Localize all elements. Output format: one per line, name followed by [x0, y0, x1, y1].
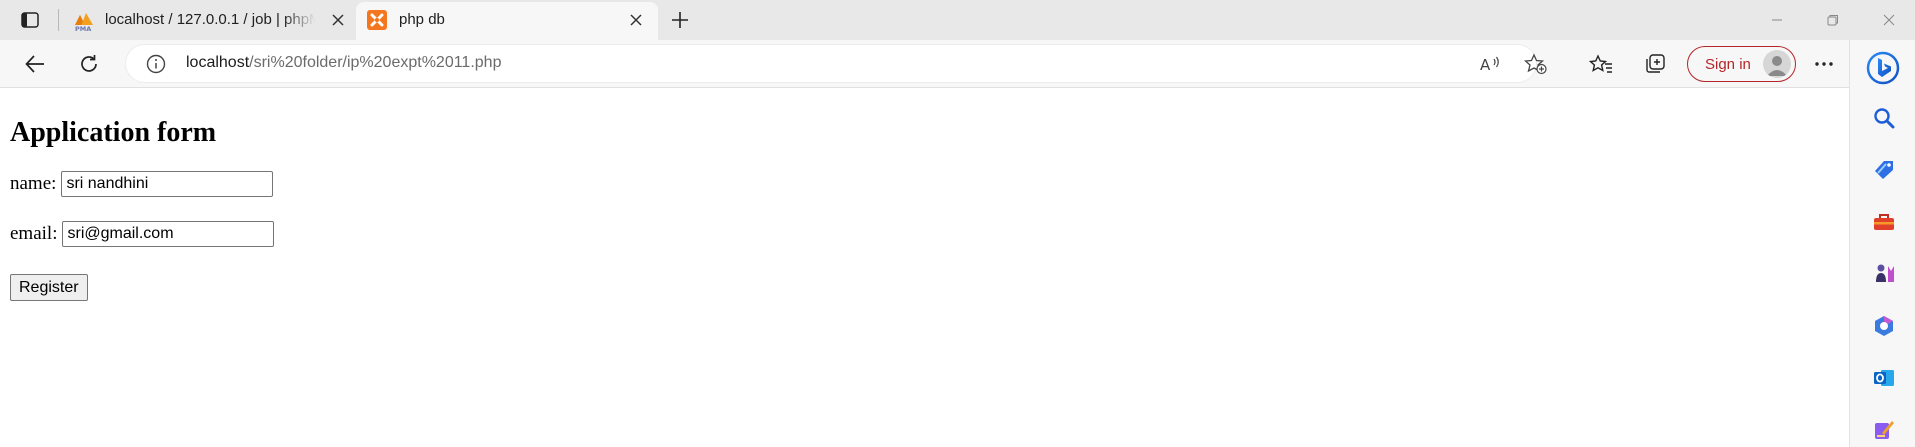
tab-title: php db — [399, 11, 445, 28]
tab-separator — [58, 9, 59, 31]
microsoft-365-icon[interactable] — [1870, 312, 1898, 340]
plus-icon — [672, 12, 688, 28]
close-icon — [630, 14, 642, 26]
minimize-icon — [1772, 19, 1782, 21]
games-icon[interactable] — [1870, 260, 1898, 288]
close-icon — [1883, 14, 1895, 26]
browser-toolbar: localhost/sri%20folder/ip%20expt%2011.ph… — [0, 40, 1915, 88]
sign-in-button[interactable]: Sign in — [1687, 46, 1796, 82]
minimize-button[interactable] — [1754, 6, 1800, 34]
page-title: Application form — [10, 117, 217, 148]
copilot-icon[interactable] — [1865, 50, 1901, 86]
refresh-icon — [81, 55, 97, 72]
restore-button[interactable] — [1810, 6, 1856, 34]
email-row: email: — [10, 221, 275, 247]
tab-phpmyadmin[interactable]: PMA localhost / 127.0.0.1 / job | phpMyA… — [62, 0, 354, 40]
refresh-button[interactable] — [72, 48, 106, 80]
name-row: name: — [10, 171, 274, 197]
name-input[interactable] — [61, 171, 274, 197]
read-aloud-icon[interactable]: A — [1478, 53, 1502, 75]
svg-text:PMA: PMA — [75, 25, 91, 32]
add-favorite-icon[interactable] — [1524, 53, 1548, 75]
close-tab-button[interactable] — [626, 10, 646, 30]
back-button[interactable] — [18, 48, 52, 80]
favorites-button[interactable] — [1584, 48, 1618, 80]
sign-in-label: Sign in — [1705, 55, 1751, 73]
address-bar[interactable]: localhost/sri%20folder/ip%20expt%2011.ph… — [126, 45, 1547, 82]
more-icon — [1815, 62, 1833, 66]
new-tab-button[interactable] — [665, 6, 695, 34]
close-window-button[interactable] — [1866, 6, 1912, 34]
favorites-icon — [1589, 54, 1612, 73]
url-path: /sri%20folder/ip%20expt%2011.php — [249, 54, 502, 71]
url-host: localhost — [186, 54, 250, 71]
back-arrow-icon — [25, 55, 44, 73]
restore-icon — [1827, 15, 1838, 26]
email-input[interactable] — [62, 221, 275, 247]
url-text[interactable]: localhost/sri%20folder/ip%20expt%2011.ph… — [186, 54, 501, 72]
settings-more-button[interactable] — [1807, 48, 1841, 80]
name-label: name: — [10, 173, 57, 194]
xampp-icon — [367, 10, 387, 30]
designer-icon[interactable] — [1870, 416, 1898, 444]
svg-text:A: A — [1480, 56, 1491, 74]
search-icon[interactable] — [1870, 104, 1898, 132]
register-button[interactable]: Register — [10, 274, 88, 301]
phpmyadmin-icon: PMA — [73, 10, 93, 33]
close-icon — [332, 14, 344, 26]
tab-strip: PMA localhost / 127.0.0.1 / job | phpMyA… — [0, 0, 1915, 40]
shopping-tag-icon[interactable] — [1870, 156, 1898, 184]
tools-icon[interactable] — [1870, 208, 1898, 236]
tab-title: localhost / 127.0.0.1 / job | phpMyAdmin — [105, 11, 315, 28]
email-label: email: — [10, 223, 58, 244]
collections-button[interactable] — [1638, 48, 1672, 80]
avatar — [1763, 50, 1791, 78]
close-tab-button[interactable] — [328, 10, 348, 30]
outlook-icon[interactable] — [1870, 364, 1898, 392]
site-info-icon[interactable] — [145, 53, 167, 75]
tab-actions-icon — [21, 12, 39, 28]
tab-actions-button[interactable] — [14, 8, 46, 32]
page-content: Application form name: email: Register — [0, 89, 1849, 447]
tab-php-db[interactable]: php db — [356, 2, 658, 40]
collections-icon — [1646, 54, 1665, 73]
edge-sidebar — [1849, 40, 1915, 447]
